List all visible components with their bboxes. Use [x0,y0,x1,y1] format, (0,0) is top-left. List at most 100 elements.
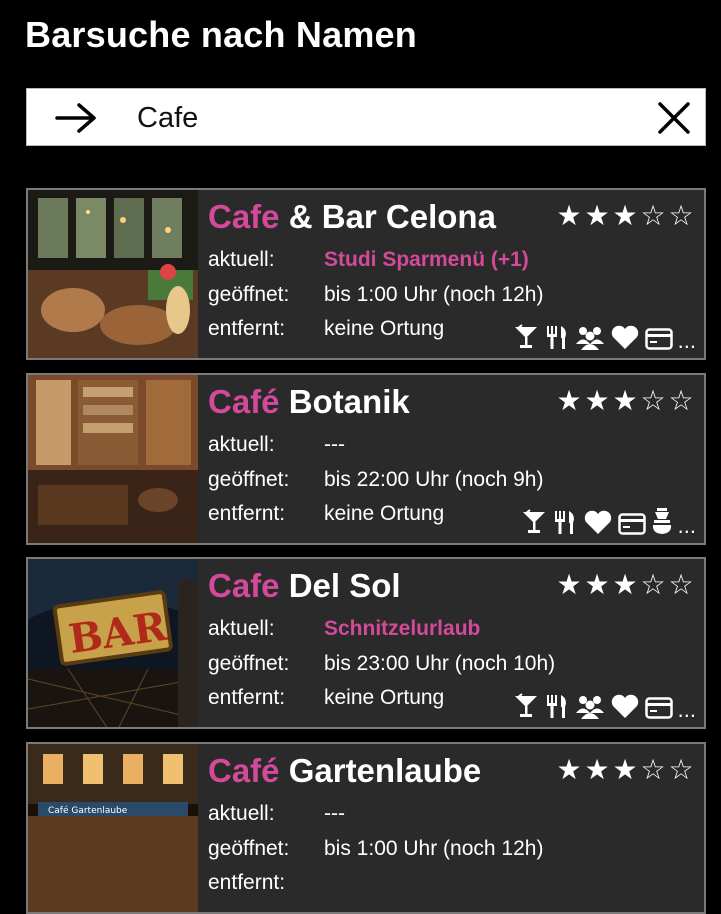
heart-icon [610,693,640,719]
info-row-open: geöffnet: bis 22:00 Uhr (noch 9h) [208,468,543,492]
bar-photo: BAR [28,559,198,727]
star-filled-icon: ★ [584,753,610,786]
search-input[interactable]: Cafe [137,89,198,147]
more-features-ellipsis: ... [677,328,696,353]
info-value-distance: keine Ortung [324,502,445,525]
info-row-current: aktuell: --- [208,433,345,457]
card-icon [644,328,673,350]
bar-name-match: Cafe [208,567,280,604]
rating-stars: ★ ★ ★ ☆ ☆ [556,385,694,417]
bar-name-rest: Botanik [279,383,410,420]
info-label: geöffnet: [208,652,290,675]
food-icon [544,693,570,719]
result-card[interactable]: Cafe & Bar Celona ★ ★ ★ ☆ ☆ aktuell: Studi Spar… [26,188,706,360]
star-filled-icon: ★ [612,384,638,417]
star-filled-icon: ★ [584,384,610,417]
hookah-icon [651,507,673,535]
bar-name: Café Botanik [208,383,410,421]
info-value-distance: keine Ortung [324,686,445,709]
info-value-open: bis 22:00 Uhr (noch 9h) [324,468,544,491]
info-label: geöffnet: [208,283,290,306]
star-filled-icon: ★ [584,568,610,601]
star-empty-icon: ☆ [640,753,666,786]
bar-name-rest: & Bar Celona [279,198,496,235]
result-card[interactable]: BAR Cafe Del Sol ★ ★ ★ ☆ ☆ aktuell: Schnitzelur… [26,557,706,729]
bar-name: Cafe & Bar Celona [208,198,496,236]
info-row-distance: entfernt: keine Ortung [208,502,444,526]
info-label: aktuell: [208,248,275,271]
info-label: aktuell: [208,802,275,825]
star-filled-icon: ★ [556,753,582,786]
bar-name-match: Café [208,752,280,789]
star-filled-icon: ★ [556,199,582,232]
info-row-current: aktuell: Studi Sparmenü (+1) [208,248,529,272]
info-row-open: geöffnet: bis 23:00 Uhr (noch 10h) [208,652,555,676]
info-row-current: aktuell: --- [208,802,345,826]
info-value-open: bis 23:00 Uhr (noch 10h) [324,652,556,675]
search-bar: Cafe [26,88,706,146]
feature-icons: ... [513,324,696,353]
info-label: geöffnet: [208,837,290,860]
info-value-open: bis 1:00 Uhr (noch 12h) [324,837,544,860]
group-icon [575,324,605,350]
star-empty-icon: ☆ [640,568,666,601]
page-title: Barsuche nach Namen [25,14,417,55]
bar-name-match: Cafe [208,198,280,235]
info-label: entfernt: [208,871,286,894]
card-icon [644,697,673,719]
star-filled-icon: ★ [556,568,582,601]
star-empty-icon: ☆ [668,568,694,601]
cocktail-icon [513,693,539,719]
heart-icon [610,324,640,350]
info-value-current: --- [324,433,345,456]
bar-name-rest: Gartenlaube [279,752,482,789]
card-icon [617,513,646,535]
heart-icon [583,509,613,535]
star-filled-icon: ★ [612,568,638,601]
star-filled-icon: ★ [612,199,638,232]
more-features-ellipsis: ... [677,697,696,722]
info-row-distance: entfernt: [208,871,324,895]
result-card[interactable]: Café Gartenlaube Café Gartenlaube ★ ★ ★ ☆ ☆ ak… [26,742,706,914]
feature-icons: ... [521,507,696,538]
star-empty-icon: ☆ [668,384,694,417]
cocktail-icon [521,509,547,535]
rating-stars: ★ ★ ★ ☆ ☆ [556,569,694,601]
bar-name-match: Café [208,383,280,420]
bar-name: Café Gartenlaube [208,752,481,790]
star-filled-icon: ★ [612,753,638,786]
info-row-open: geöffnet: bis 1:00 Uhr (noch 12h) [208,837,543,861]
bar-photo: Café Gartenlaube [28,744,198,912]
star-empty-icon: ☆ [640,384,666,417]
bar-name-rest: Del Sol [279,567,401,604]
info-label: geöffnet: [208,468,290,491]
food-icon [544,324,570,350]
arrow-right-icon[interactable] [55,102,99,134]
star-empty-icon: ☆ [668,753,694,786]
info-label: aktuell: [208,433,275,456]
star-filled-icon: ★ [556,384,582,417]
star-empty-icon: ☆ [668,199,694,232]
info-row-distance: entfernt: keine Ortung [208,317,444,341]
info-value-current: --- [324,802,345,825]
rating-stars: ★ ★ ★ ☆ ☆ [556,200,694,232]
info-value-distance: keine Ortung [324,317,445,340]
star-empty-icon: ☆ [640,199,666,232]
info-row-open: geöffnet: bis 1:00 Uhr (noch 12h) [208,283,543,307]
food-icon [552,509,578,535]
star-filled-icon: ★ [584,199,610,232]
group-icon [575,693,605,719]
info-value-current: Schnitzelurlaub [324,617,481,640]
result-card[interactable]: Café Botanik ★ ★ ★ ☆ ☆ aktuell: --- geöffnet: bis… [26,373,706,545]
feature-icons: ... [513,693,696,722]
info-value-open: bis 1:00 Uhr (noch 12h) [324,283,544,306]
info-label: entfernt: [208,317,286,340]
close-icon[interactable] [657,101,691,135]
info-row-current: aktuell: Schnitzelurlaub [208,617,480,641]
more-features-ellipsis: ... [677,513,696,538]
bar-photo [28,375,198,543]
info-row-distance: entfernt: keine Ortung [208,686,444,710]
info-value-current: Studi Sparmenü (+1) [324,248,529,271]
gartenlaube-sign-text: Café Gartenlaube [48,805,128,816]
cocktail-icon [513,324,539,350]
